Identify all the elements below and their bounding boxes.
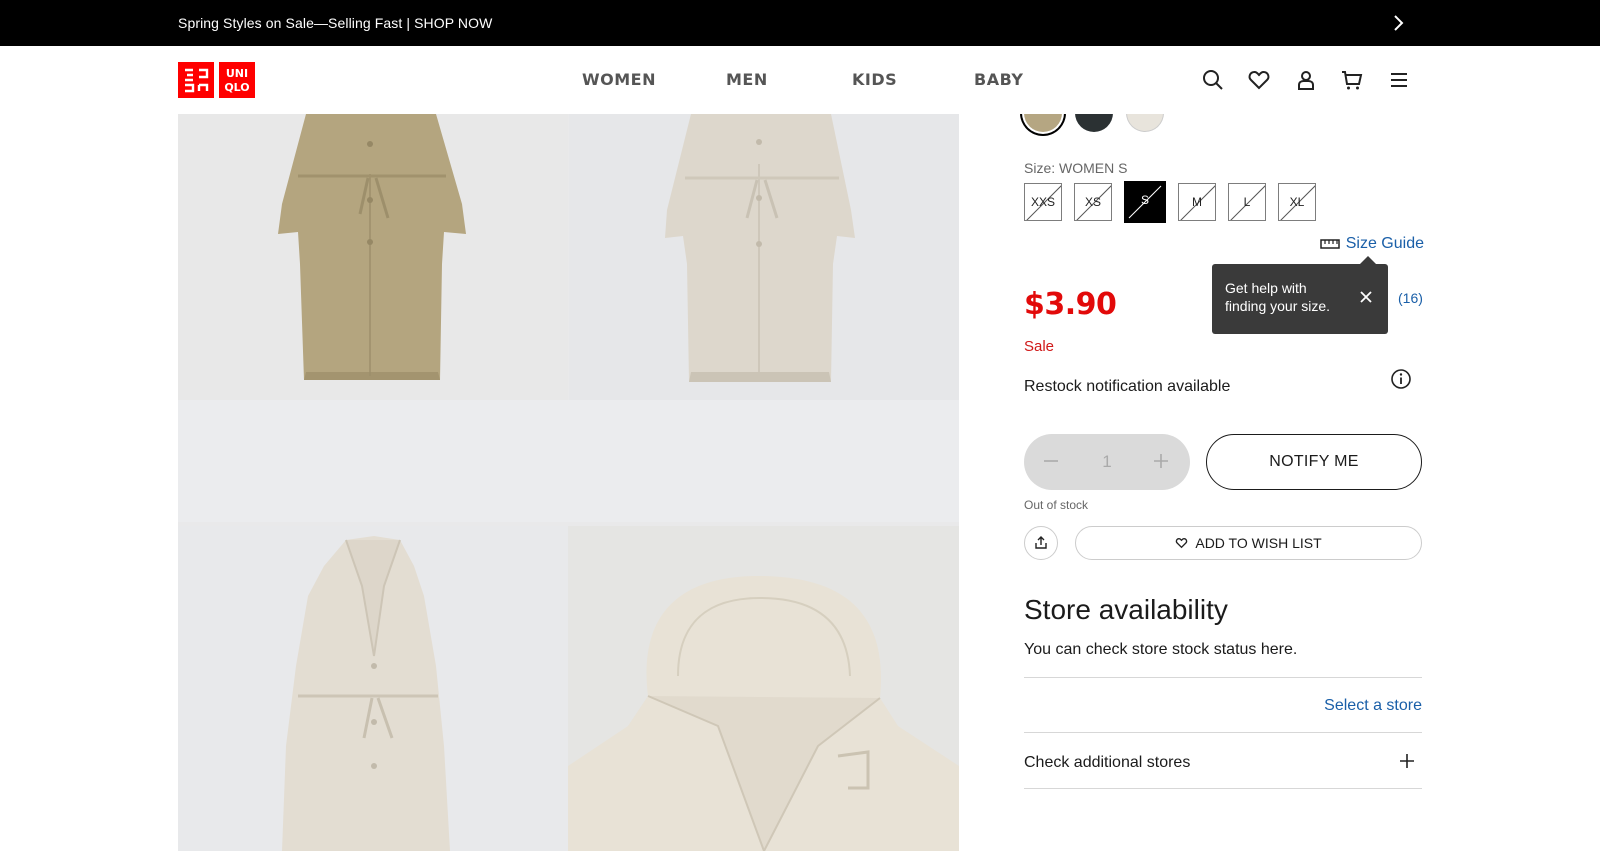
logo-text-box: UNI QLO <box>219 62 255 98</box>
promo-link[interactable]: Spring Styles on Sale—Selling Fast | SHO… <box>178 15 492 31</box>
info-icon[interactable] <box>1390 368 1412 390</box>
size-option-l[interactable]: L <box>1228 183 1266 221</box>
user-icon[interactable] <box>1294 68 1318 92</box>
notify-me-button[interactable]: NOTIFY ME <box>1206 434 1422 490</box>
size-label: Size: WOMEN S <box>1024 160 1128 176</box>
restock-notice: Restock notification available <box>1024 378 1231 395</box>
logo-bottom-text: QLO <box>224 81 249 94</box>
store-availability-subtitle: You can check store stock status here. <box>1024 641 1298 658</box>
product-image-khaki-coat[interactable] <box>178 114 568 400</box>
product-image-hood-detail[interactable] <box>568 526 959 851</box>
search-icon[interactable] <box>1201 68 1225 92</box>
product-image-ivory-coat-side[interactable] <box>178 526 568 851</box>
tooltip-text: Get help with finding your size. <box>1225 280 1331 314</box>
product-price: $3.90 <box>1024 287 1117 322</box>
size-option-label: XXS <box>1030 195 1055 209</box>
expand-plus-icon[interactable] <box>1398 752 1416 770</box>
stock-status: Out of stock <box>1024 498 1089 512</box>
nav-kids[interactable]: KIDS <box>852 70 897 89</box>
plus-icon[interactable] <box>1150 450 1172 472</box>
size-guide-link[interactable]: Size Guide <box>1319 235 1424 253</box>
menu-icon[interactable] <box>1387 68 1411 92</box>
close-icon[interactable] <box>1358 289 1374 305</box>
sale-label: Sale <box>1024 338 1055 355</box>
divider <box>1024 732 1422 733</box>
site-header: UNI QLO WOMEN MEN KIDS BABY <box>0 46 1600 114</box>
product-gallery <box>178 114 959 851</box>
select-store-link[interactable]: Select a store <box>1324 697 1422 715</box>
logo-katakana-box <box>178 62 214 98</box>
size-option-xl[interactable]: XL <box>1278 183 1316 221</box>
size-option-label: S <box>1140 193 1149 207</box>
promo-bar: Spring Styles on Sale—Selling Fast | SHO… <box>0 0 1600 46</box>
divider <box>1024 677 1422 678</box>
share-icon <box>1035 536 1047 549</box>
uniqlo-logo[interactable]: UNI QLO <box>178 62 255 98</box>
check-additional-stores[interactable]: Check additional stores <box>1024 754 1190 772</box>
gallery-spacer <box>178 400 959 522</box>
ruler-icon <box>1319 239 1340 249</box>
chevron-right-icon[interactable] <box>1388 13 1408 33</box>
share-button[interactable] <box>1024 526 1058 560</box>
size-option-m[interactable]: M <box>1178 183 1216 221</box>
size-option-label: L <box>1243 195 1251 209</box>
logo-top-text: UNI <box>226 67 248 80</box>
nav-baby[interactable]: BABY <box>974 70 1023 89</box>
quantity-stepper: 1 <box>1024 434 1190 490</box>
divider <box>1024 788 1422 789</box>
heart-icon[interactable] <box>1247 68 1271 92</box>
size-help-tooltip: Get help with finding your size. <box>1212 256 1388 334</box>
size-guide-label: Size Guide <box>1345 235 1424 252</box>
product-image-ivory-coat[interactable] <box>569 114 959 400</box>
size-option-s[interactable]: S <box>1124 181 1166 223</box>
size-option-xs[interactable]: XS <box>1074 183 1112 221</box>
wishlist-label: ADD TO WISH LIST <box>1195 535 1322 551</box>
size-option-label: XL <box>1289 195 1305 209</box>
heart-icon <box>1176 538 1188 549</box>
cart-icon[interactable] <box>1340 68 1364 92</box>
size-option-label: M <box>1192 195 1202 209</box>
store-availability-title: Store availability <box>1024 594 1228 625</box>
size-option-label: XS <box>1084 195 1101 209</box>
nav-men[interactable]: MEN <box>726 70 768 89</box>
rating-count[interactable]: (16) <box>1398 290 1423 306</box>
size-option-xxs[interactable]: XXS <box>1024 183 1062 221</box>
nav-women[interactable]: WOMEN <box>582 70 656 89</box>
add-to-wishlist-button[interactable]: ADD TO WISH LIST <box>1075 526 1422 560</box>
